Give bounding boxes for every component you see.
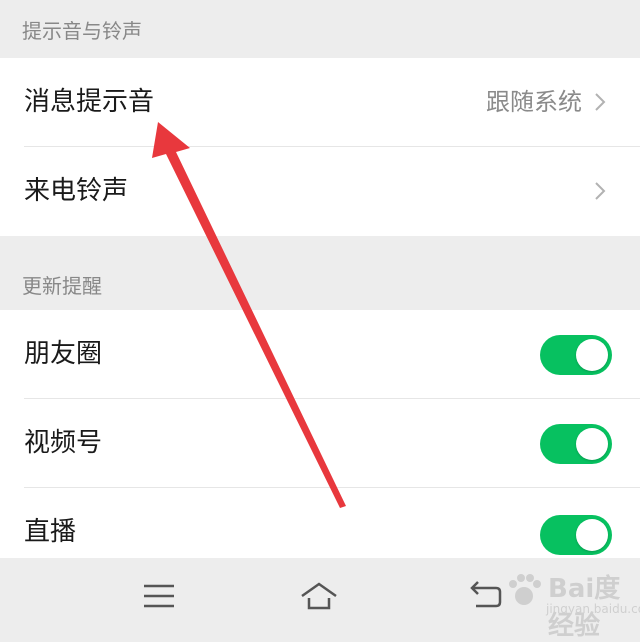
watermark-url: jingyan.baidu.com <box>546 602 640 616</box>
back-icon[interactable] <box>466 576 506 616</box>
section-header-label: 更新提醒 <box>22 274 102 298</box>
settings-row-message-tone[interactable]: 消息提示音 跟随系统 <box>0 58 640 147</box>
paw-logo-icon <box>509 574 541 605</box>
toggle-knob <box>576 519 608 551</box>
settings-row-channels[interactable]: 视频号 <box>0 399 640 488</box>
home-icon[interactable] <box>299 576 339 616</box>
row-label: 视频号 <box>24 428 103 458</box>
row-label: 朋友圈 <box>24 339 103 369</box>
chevron-right-icon <box>595 182 606 200</box>
moments-toggle[interactable] <box>540 335 612 375</box>
row-label: 消息提示音 <box>24 87 155 117</box>
row-label: 直播 <box>24 517 77 547</box>
settings-row-call-ringtone[interactable]: 来电铃声 <box>0 147 640 236</box>
row-label: 来电铃声 <box>24 176 129 206</box>
row-value: 跟随系统 <box>486 88 582 116</box>
toggle-knob <box>576 339 608 371</box>
settings-row-live[interactable]: 直播 <box>0 488 640 558</box>
toggle-knob <box>576 428 608 460</box>
settings-row-moments[interactable]: 朋友圈 <box>0 310 640 399</box>
baidu-jingyan-watermark: Bai度经验 jingyan.baidu.com <box>502 566 640 641</box>
section-header-updates: 更新提醒 <box>0 236 640 310</box>
channels-toggle[interactable] <box>540 424 612 464</box>
chevron-right-icon <box>595 93 606 111</box>
menu-icon[interactable] <box>139 576 179 616</box>
section-header-label: 提示音与铃声 <box>22 19 142 43</box>
section-header-ringtones: 提示音与铃声 <box>0 0 640 58</box>
system-nav-bar: Bai度经验 jingyan.baidu.com <box>0 558 640 641</box>
live-toggle[interactable] <box>540 515 612 555</box>
